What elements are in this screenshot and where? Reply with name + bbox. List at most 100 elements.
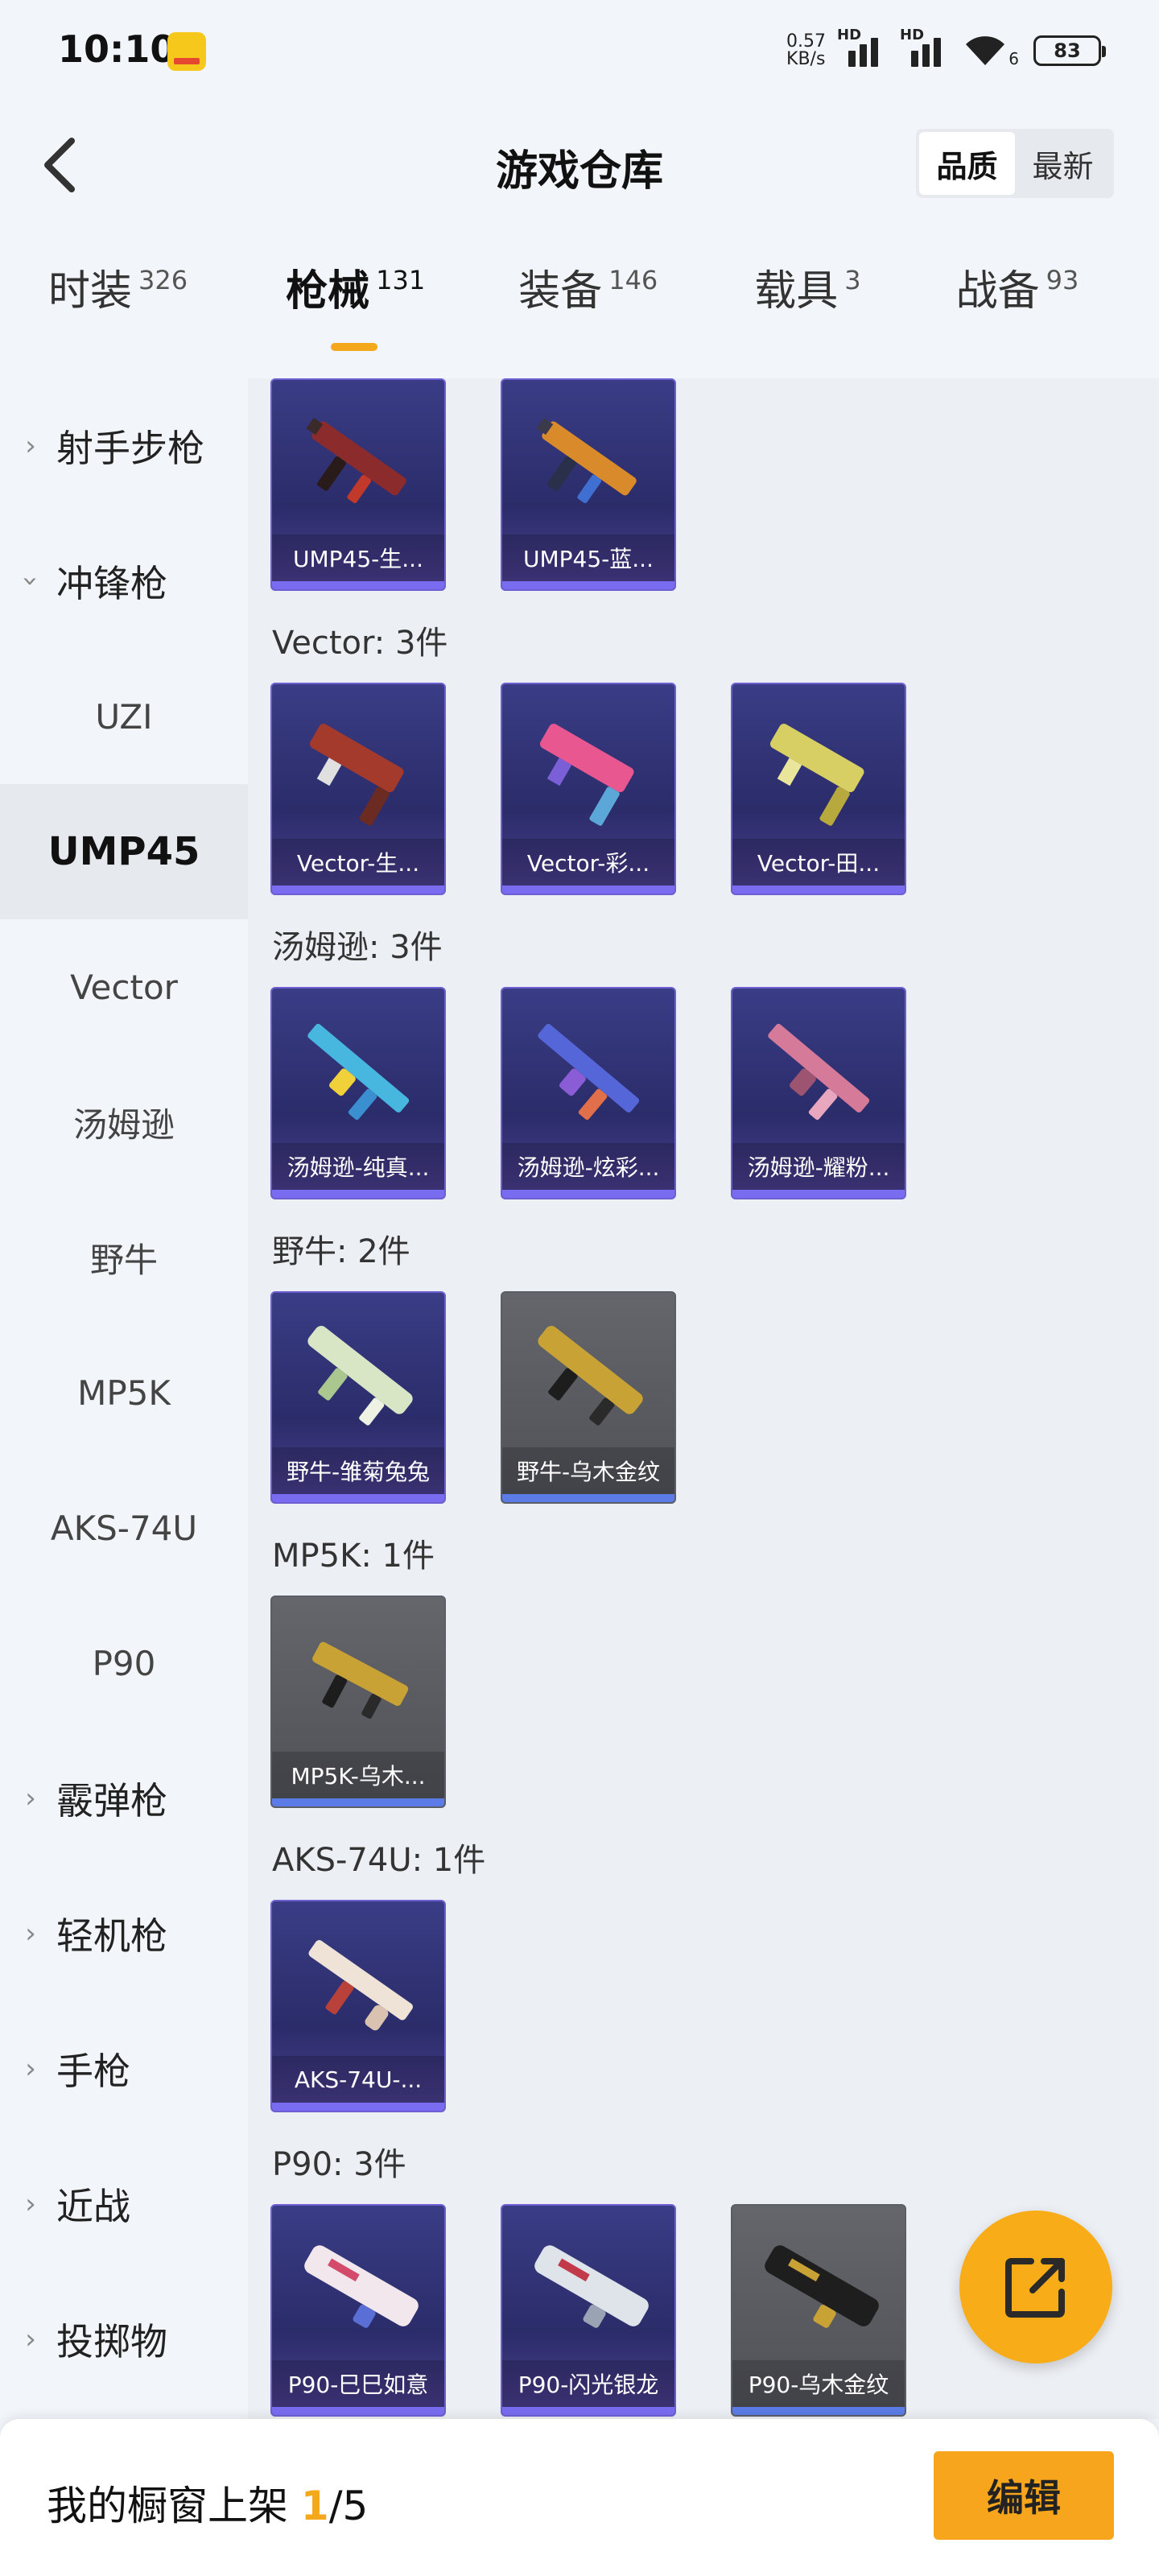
- tab-firearms[interactable]: 枪械 131: [286, 266, 425, 362]
- showcase-total: /5: [328, 2483, 369, 2529]
- weapon-card-label: 野牛-雏菊兔兔: [272, 1447, 444, 1494]
- weapon-skin-image: [538, 1326, 643, 1426]
- status-bar: 10:10 0.57 KB/s HD HD 6 83: [0, 0, 1159, 105]
- edit-button[interactable]: 编辑: [934, 2451, 1114, 2540]
- weapon-card[interactable]: 野牛-乌木金纹: [501, 1291, 676, 1504]
- bottom-showcase-bar: 我的橱窗上架 1/5 编辑: [0, 2419, 1159, 2576]
- weapon-type-sidebar: › 射手步枪 › 冲锋枪 UZI UMP45 Vector 汤姆逊 野牛 MP5…: [0, 378, 248, 2419]
- weapon-skin-image: [536, 418, 637, 504]
- chevron-right-icon: ›: [25, 430, 36, 462]
- sidebar-item-marksman-rifle[interactable]: › 射手步枪: [0, 378, 248, 514]
- rarity-bar: [732, 1190, 905, 1198]
- weapon-card-label: Vector-生...: [272, 839, 444, 886]
- tab-equipment[interactable]: 装备 146: [518, 266, 658, 362]
- group-title-p90: P90: 3件: [272, 2146, 406, 2183]
- tab-fashion[interactable]: 时装 326: [48, 266, 188, 362]
- weapon-card[interactable]: 汤姆逊-纯真...: [270, 987, 446, 1199]
- sidebar-item-label: UZI: [95, 696, 153, 737]
- sidebar-item-bizon[interactable]: 野牛: [0, 1190, 248, 1325]
- weapon-card-label: MP5K-乌木...: [272, 1752, 444, 1798]
- rarity-bar: [272, 2103, 444, 2111]
- network-speed-unit: KB/s: [786, 49, 826, 69]
- weapon-card[interactable]: AKS-74U-...: [270, 1900, 446, 2112]
- wifi-number: 6: [1008, 49, 1019, 68]
- sidebar-item-ump45[interactable]: UMP45: [0, 784, 248, 919]
- rarity-bar: [272, 886, 444, 894]
- battery-level: 83: [1054, 39, 1081, 62]
- weapon-card[interactable]: Vector-田...: [731, 683, 906, 895]
- sidebar-item-melee[interactable]: › 近战: [0, 2136, 248, 2272]
- group-title-vector: Vector: 3件: [272, 625, 448, 662]
- weapon-card[interactable]: Vector-生...: [270, 683, 446, 895]
- rarity-bar: [272, 1798, 444, 1806]
- tab-count: 131: [376, 265, 426, 295]
- weapon-skin-image: [309, 724, 404, 826]
- game-warehouse-screen: 10:10 0.57 KB/s HD HD 6 83 游戏仓库 品质 最新 时装…: [0, 0, 1159, 2576]
- rarity-bar: [732, 886, 905, 894]
- rarity-bar: [272, 581, 444, 589]
- weapon-skin-image: [534, 2245, 649, 2328]
- sidebar-item-label: 轻机枪: [56, 1914, 167, 1958]
- sidebar-item-label: AKS-74U: [50, 1508, 198, 1548]
- chevron-right-icon: ›: [25, 1918, 36, 1950]
- sidebar-item-lmg[interactable]: › 轻机枪: [0, 1866, 248, 2001]
- sidebar-item-mp5k[interactable]: MP5K: [0, 1325, 248, 1460]
- weapon-grid: UMP45-生... UMP45-蓝... Vector: 3件 Vector-…: [248, 378, 1159, 2419]
- rarity-bar: [502, 1190, 674, 1198]
- weapon-card[interactable]: UMP45-生...: [270, 378, 446, 591]
- weapon-card[interactable]: 野牛-雏菊兔兔: [270, 1291, 446, 1504]
- sort-by-latest[interactable]: 最新: [1015, 132, 1111, 195]
- hd-badge-2: HD: [900, 27, 925, 43]
- tab-label: 装备: [518, 267, 603, 316]
- weapon-card-label: 野牛-乌木金纹: [502, 1447, 674, 1494]
- sort-toggle: 品质 最新: [916, 129, 1114, 198]
- sidebar-item-shotgun[interactable]: › 霰弹枪: [0, 1731, 248, 1866]
- weapon-card[interactable]: P90-巳巳如意: [270, 2204, 446, 2417]
- weapon-card[interactable]: 汤姆逊-耀粉...: [731, 987, 906, 1199]
- chevron-right-icon: ›: [25, 2188, 36, 2220]
- weapon-card[interactable]: P90-乌木金纹: [731, 2204, 906, 2417]
- weapon-card[interactable]: Vector-彩...: [501, 683, 676, 895]
- weapon-card[interactable]: UMP45-蓝...: [501, 378, 676, 591]
- active-tab-indicator: [331, 343, 378, 351]
- weapon-skin-image: [306, 418, 406, 504]
- sort-by-quality[interactable]: 品质: [919, 132, 1015, 195]
- rarity-bar: [272, 1494, 444, 1502]
- weapon-card[interactable]: MP5K-乌木...: [270, 1596, 446, 1808]
- weapon-card-label: Vector-田...: [732, 839, 905, 886]
- weapon-skin-image: [307, 1326, 413, 1426]
- rarity-bar: [502, 1494, 674, 1502]
- sidebar-item-label: MP5K: [77, 1373, 171, 1413]
- weapon-card[interactable]: 汤姆逊-炫彩...: [501, 987, 676, 1199]
- weapon-card-label: AKS-74U-...: [272, 2056, 444, 2103]
- sidebar-item-label: 霰弹枪: [56, 1779, 167, 1823]
- share-external-icon: [1005, 2258, 1065, 2318]
- weapon-skin-image: [768, 1023, 870, 1121]
- showcase-prefix: 我的橱窗上架: [47, 2483, 301, 2529]
- rarity-bar: [502, 581, 674, 589]
- sidebar-item-p90[interactable]: P90: [0, 1596, 248, 1731]
- weapon-card-label: Vector-彩...: [502, 839, 674, 886]
- weapon-card[interactable]: P90-闪光银龙: [501, 2204, 676, 2417]
- share-button[interactable]: [959, 2211, 1112, 2363]
- rarity-bar: [272, 1190, 444, 1198]
- sidebar-item-label: 冲锋枪: [56, 562, 167, 605]
- sidebar-item-throwable[interactable]: › 投掷物: [0, 2272, 248, 2407]
- tab-supplies[interactable]: 战备 93: [956, 266, 1079, 362]
- sidebar-item-smg[interactable]: › 冲锋枪: [0, 514, 248, 649]
- weapon-card-label: 汤姆逊-耀粉...: [732, 1143, 905, 1190]
- weapon-card-label: 汤姆逊-纯真...: [272, 1143, 444, 1190]
- rarity-bar: [272, 2407, 444, 2415]
- sidebar-item-thompson[interactable]: 汤姆逊: [0, 1055, 248, 1190]
- showcase-status: 我的橱窗上架 1/5: [47, 2474, 368, 2532]
- sidebar-item-vector[interactable]: Vector: [0, 919, 248, 1055]
- weapon-skin-image: [539, 724, 634, 826]
- rarity-bar: [502, 886, 674, 894]
- status-time: 10:10: [58, 27, 176, 71]
- sidebar-item-uzi[interactable]: UZI: [0, 649, 248, 784]
- sidebar-item-label: UMP45: [47, 829, 200, 874]
- sidebar-item-aks74u[interactable]: AKS-74U: [0, 1460, 248, 1596]
- sidebar-item-pistol[interactable]: › 手枪: [0, 2001, 248, 2136]
- tab-label: 枪械: [286, 267, 370, 316]
- tab-vehicles[interactable]: 载具 3: [754, 266, 860, 362]
